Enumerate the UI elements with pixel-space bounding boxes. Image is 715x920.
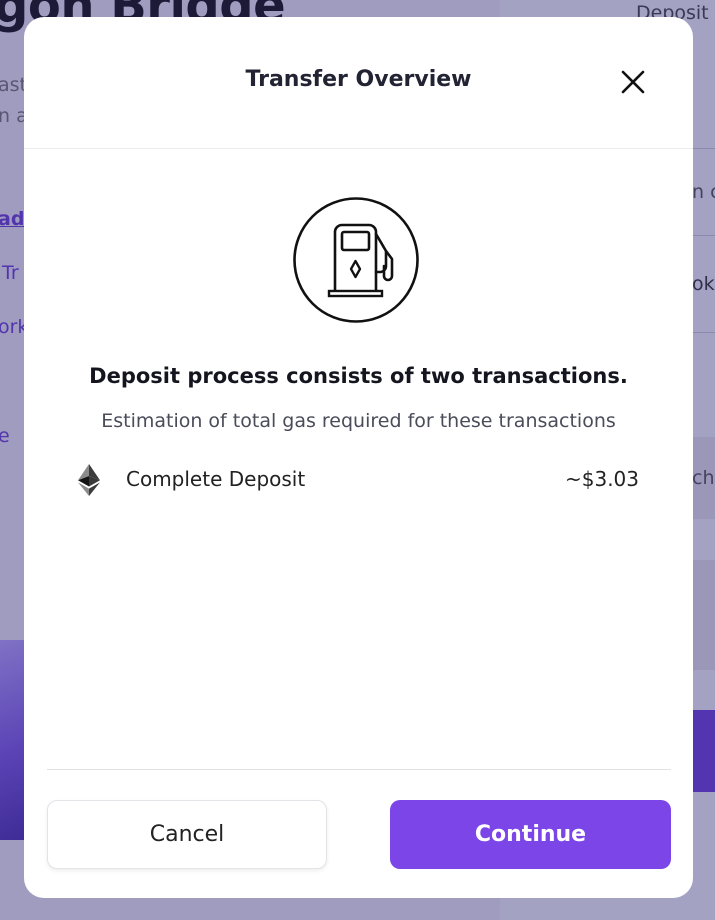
gas-estimation-subtitle: Estimation of total gas required for the…: [101, 410, 616, 432]
footer-divider: [47, 769, 671, 770]
transaction-row: Complete Deposit ~$3.03: [78, 463, 641, 497]
deposit-headline: Deposit process consists of two transact…: [89, 364, 628, 388]
cancel-button[interactable]: Cancel: [47, 800, 327, 869]
ethereum-icon: [78, 464, 100, 496]
transfer-overview-modal: Transfer Overview Deposit process consis…: [24, 17, 693, 898]
modal-header: Transfer Overview: [24, 17, 693, 149]
transaction-label: Complete Deposit: [126, 467, 306, 491]
modal-title: Transfer Overview: [245, 67, 472, 92]
gas-pump-icon: [292, 196, 420, 324]
transaction-gas-amount: ~$3.03: [564, 467, 639, 491]
continue-button[interactable]: Continue: [390, 800, 671, 869]
close-icon[interactable]: [618, 67, 648, 97]
